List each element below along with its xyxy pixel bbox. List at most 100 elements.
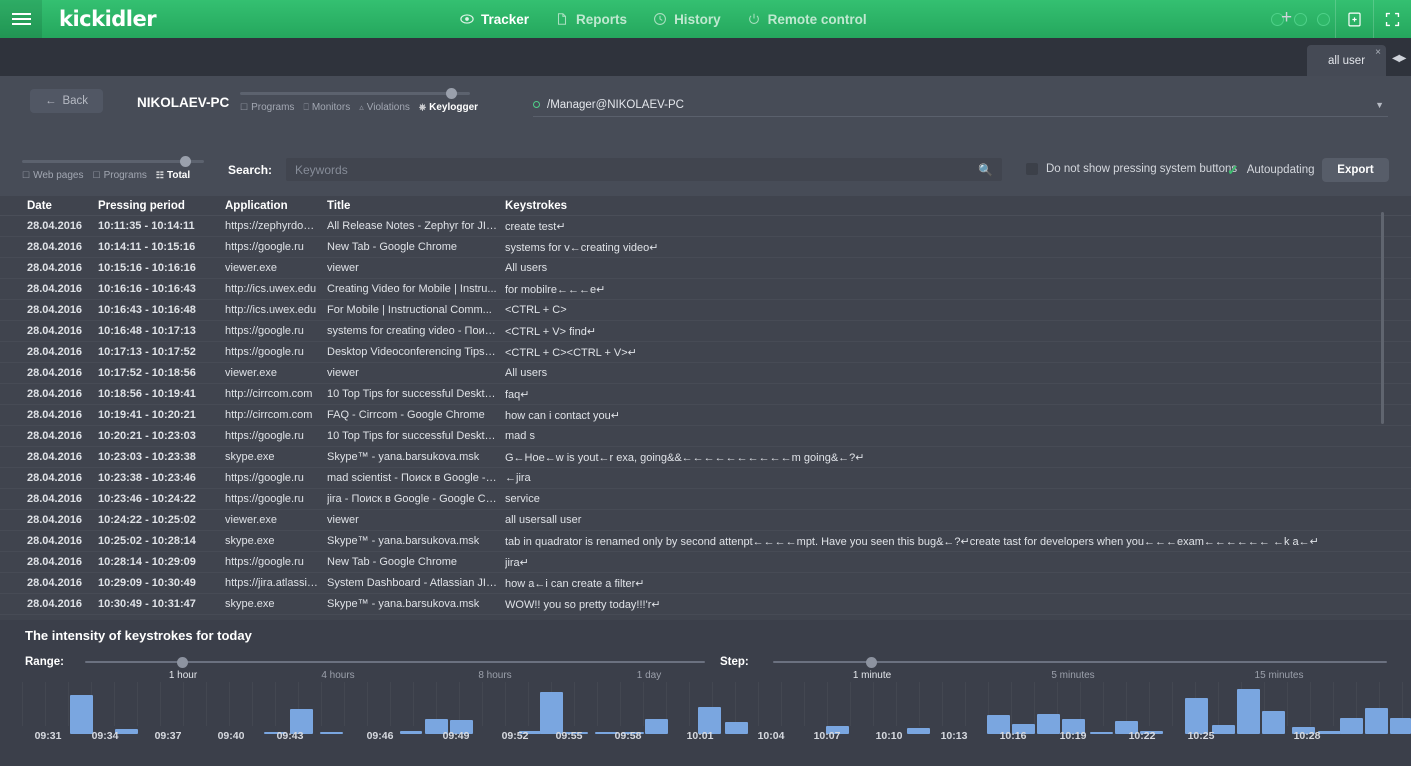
data-type-slider[interactable]: ☐ Web pages ☐ Programs ☷ Total [22,156,204,181]
view-mode-monitors[interactable]: ⎕ Monitors [303,102,350,113]
chart-bar[interactable] [1237,689,1260,734]
column-header-application[interactable]: Application [225,200,327,212]
table-row[interactable]: 28.04.2016 10:30:49 - 10:31:47 skype.exe Sk… [0,594,1411,615]
search-input[interactable] [295,162,979,177]
view-mode-keylogger[interactable]: ⎈ Keylogger [419,102,478,113]
chart-gridline [137,682,138,726]
chart-x-tick: 09:55 [555,730,583,742]
status-dot-2[interactable] [1294,12,1307,26]
status-dot-3[interactable] [1317,12,1330,26]
chart-x-tick: 09:52 [501,730,529,742]
add-tab-button[interactable]: + [1281,8,1292,27]
table-row[interactable]: 28.04.2016 10:17:52 - 10:18:56 viewer.exe v… [0,363,1411,384]
cell-title: systems for creating video - Поис... [327,325,500,337]
data-type-total[interactable]: ☷ Total [156,170,190,181]
range-option-4-hours[interactable]: 4 hours [321,670,354,681]
view-mode-slider[interactable]: ☐ Programs ⎕ Monitors ▵ Violations ⎈ Key… [240,88,478,113]
search-icon[interactable]: 🔍 [978,163,993,177]
column-header-keystrokes[interactable]: Keystrokes [505,200,1411,212]
fullscreen-icon[interactable] [1373,0,1411,38]
cell-date: 28.04.2016 [27,577,83,589]
view-mode-track[interactable] [240,88,470,99]
data-type-knob[interactable] [180,156,191,167]
table-row[interactable]: 28.04.2016 10:20:21 - 10:23:03 https://goo… [0,426,1411,447]
tab-all-user[interactable]: all user × [1307,45,1386,76]
data-type-programs[interactable]: ☐ Programs [92,170,146,181]
add-screen-icon[interactable] [1335,0,1373,38]
range-option-1-hour[interactable]: 1 hour [169,670,197,681]
chart-bar[interactable] [540,692,563,734]
cell-date: 28.04.2016 [27,493,83,505]
user-select-dropdown[interactable]: /Manager@NIKOLAEV-PC ▼ [533,93,1388,117]
chart-title: The intensity of keystrokes for today [25,628,252,643]
table-row[interactable]: 28.04.2016 10:18:56 - 10:19:41 http://cirr… [0,384,1411,405]
cell-keystrokes: <CTRL + C> [505,304,567,316]
nav-item-tracker[interactable]: Tracker [460,12,529,27]
hamburger-icon[interactable] [0,0,42,38]
table-row[interactable]: 28.04.2016 10:14:11 - 10:15:16 https://goo… [0,237,1411,258]
view-mode-knob[interactable] [446,88,457,99]
tab-nav-arrows-icon[interactable]: ◀▶ [1392,53,1406,64]
range-slider-track[interactable] [85,657,705,668]
step-slider-track[interactable] [773,657,1387,668]
autoupdating-checkbox[interactable]: ✓ Autoupdating [1227,163,1315,177]
chart-x-tick: 10:10 [875,730,903,742]
back-button[interactable]: ← Back [30,89,103,113]
close-icon[interactable]: × [1375,48,1381,58]
range-slider-knob[interactable] [177,657,188,668]
table-row[interactable]: 28.04.2016 10:11:35 - 10:14:11 https://zep… [0,216,1411,237]
view-mode-violations-label: Violations [366,102,410,113]
cell-pressing-period: 10:11:35 - 10:14:11 [98,220,195,232]
cell-date: 28.04.2016 [27,556,83,568]
table-row[interactable]: 28.04.2016 10:23:03 - 10:23:38 skype.exe Sk… [0,447,1411,468]
column-header-title[interactable]: Title [327,200,505,212]
hide-system-buttons-checkbox[interactable]: Do not show pressing system buttons [1026,163,1237,175]
export-button[interactable]: Export [1322,158,1389,182]
column-header-pressing-period[interactable]: Pressing period [98,200,225,212]
step-option-5-minutes[interactable]: 5 minutes [1051,670,1094,681]
view-mode-programs[interactable]: ☐ Programs [240,102,294,113]
step-option-15-minutes[interactable]: 15 minutes [1255,670,1304,681]
checkbox-empty-icon[interactable] [1026,163,1038,175]
chart-bar[interactable] [1185,698,1208,734]
top-navigation: Tracker Reports History Remote control [460,0,867,38]
table-row[interactable]: 28.04.2016 10:25:02 - 10:28:14 skype.exe Sk… [0,531,1411,552]
data-type-track[interactable] [22,156,204,167]
table-row[interactable]: 28.04.2016 10:15:16 - 10:16:16 viewer.exe v… [0,258,1411,279]
table-row[interactable]: 28.04.2016 10:23:38 - 10:23:46 https://goo… [0,468,1411,489]
table-vertical-scrollbar[interactable] [1381,212,1384,424]
nav-item-remote-control[interactable]: Remote control [747,12,867,27]
range-option-1-day[interactable]: 1 day [637,670,661,681]
autoupdating-label: Autoupdating [1246,164,1315,176]
nav-item-history[interactable]: History [653,12,721,27]
table-row[interactable]: 28.04.2016 10:16:16 - 10:16:43 http://ics.… [0,279,1411,300]
table-row[interactable]: 28.04.2016 10:19:41 - 10:20:21 http://cirr… [0,405,1411,426]
checkmark-icon[interactable]: ✓ [1227,163,1239,177]
cell-keystrokes: how can i contact you↵ [505,409,621,422]
chevron-down-icon[interactable]: ▼ [1375,100,1384,110]
cell-pressing-period: 10:14:11 - 10:15:16 [98,241,196,253]
cell-application: http://ics.uwex.edu [225,283,317,295]
table-row[interactable]: 28.04.2016 10:28:14 - 10:29:09 https://goo… [0,552,1411,573]
table-row[interactable]: 28.04.2016 10:16:48 - 10:17:13 https://goo… [0,321,1411,342]
table-row[interactable]: 28.04.2016 10:29:09 - 10:30:49 https://jir… [0,573,1411,594]
range-option-8-hours[interactable]: 8 hours [478,670,511,681]
step-slider-knob[interactable] [866,657,877,668]
cell-title: Skype™ - yana.barsukova.msk [327,535,480,547]
column-header-date[interactable]: Date [27,200,98,212]
cell-keystrokes: create test↵ [505,220,566,233]
nav-item-reports[interactable]: Reports [555,12,627,27]
table-row[interactable]: 28.04.2016 10:16:43 - 10:16:48 http://ics.… [0,300,1411,321]
table-row[interactable]: 28.04.2016 10:17:13 - 10:17:52 https://goo… [0,342,1411,363]
view-mode-violations[interactable]: ▵ Violations [359,102,410,113]
arrow-left-icon: ← [44,95,57,107]
cell-keystrokes: tab in quadrator is renamed only by seco… [505,535,1319,548]
table-row[interactable]: 28.04.2016 10:24:22 - 10:25:02 viewer.exe v… [0,510,1411,531]
data-type-web-pages[interactable]: ☐ Web pages [22,170,83,181]
chart-gridline [505,682,506,726]
cell-application: https://google.ru [225,493,304,505]
step-option-1-minute[interactable]: 1 minute [853,670,891,681]
table-row[interactable]: 28.04.2016 10:23:46 - 10:24:22 https://goo… [0,489,1411,510]
search-box[interactable]: 🔍 [286,158,1002,181]
chart-bar[interactable] [70,695,93,734]
